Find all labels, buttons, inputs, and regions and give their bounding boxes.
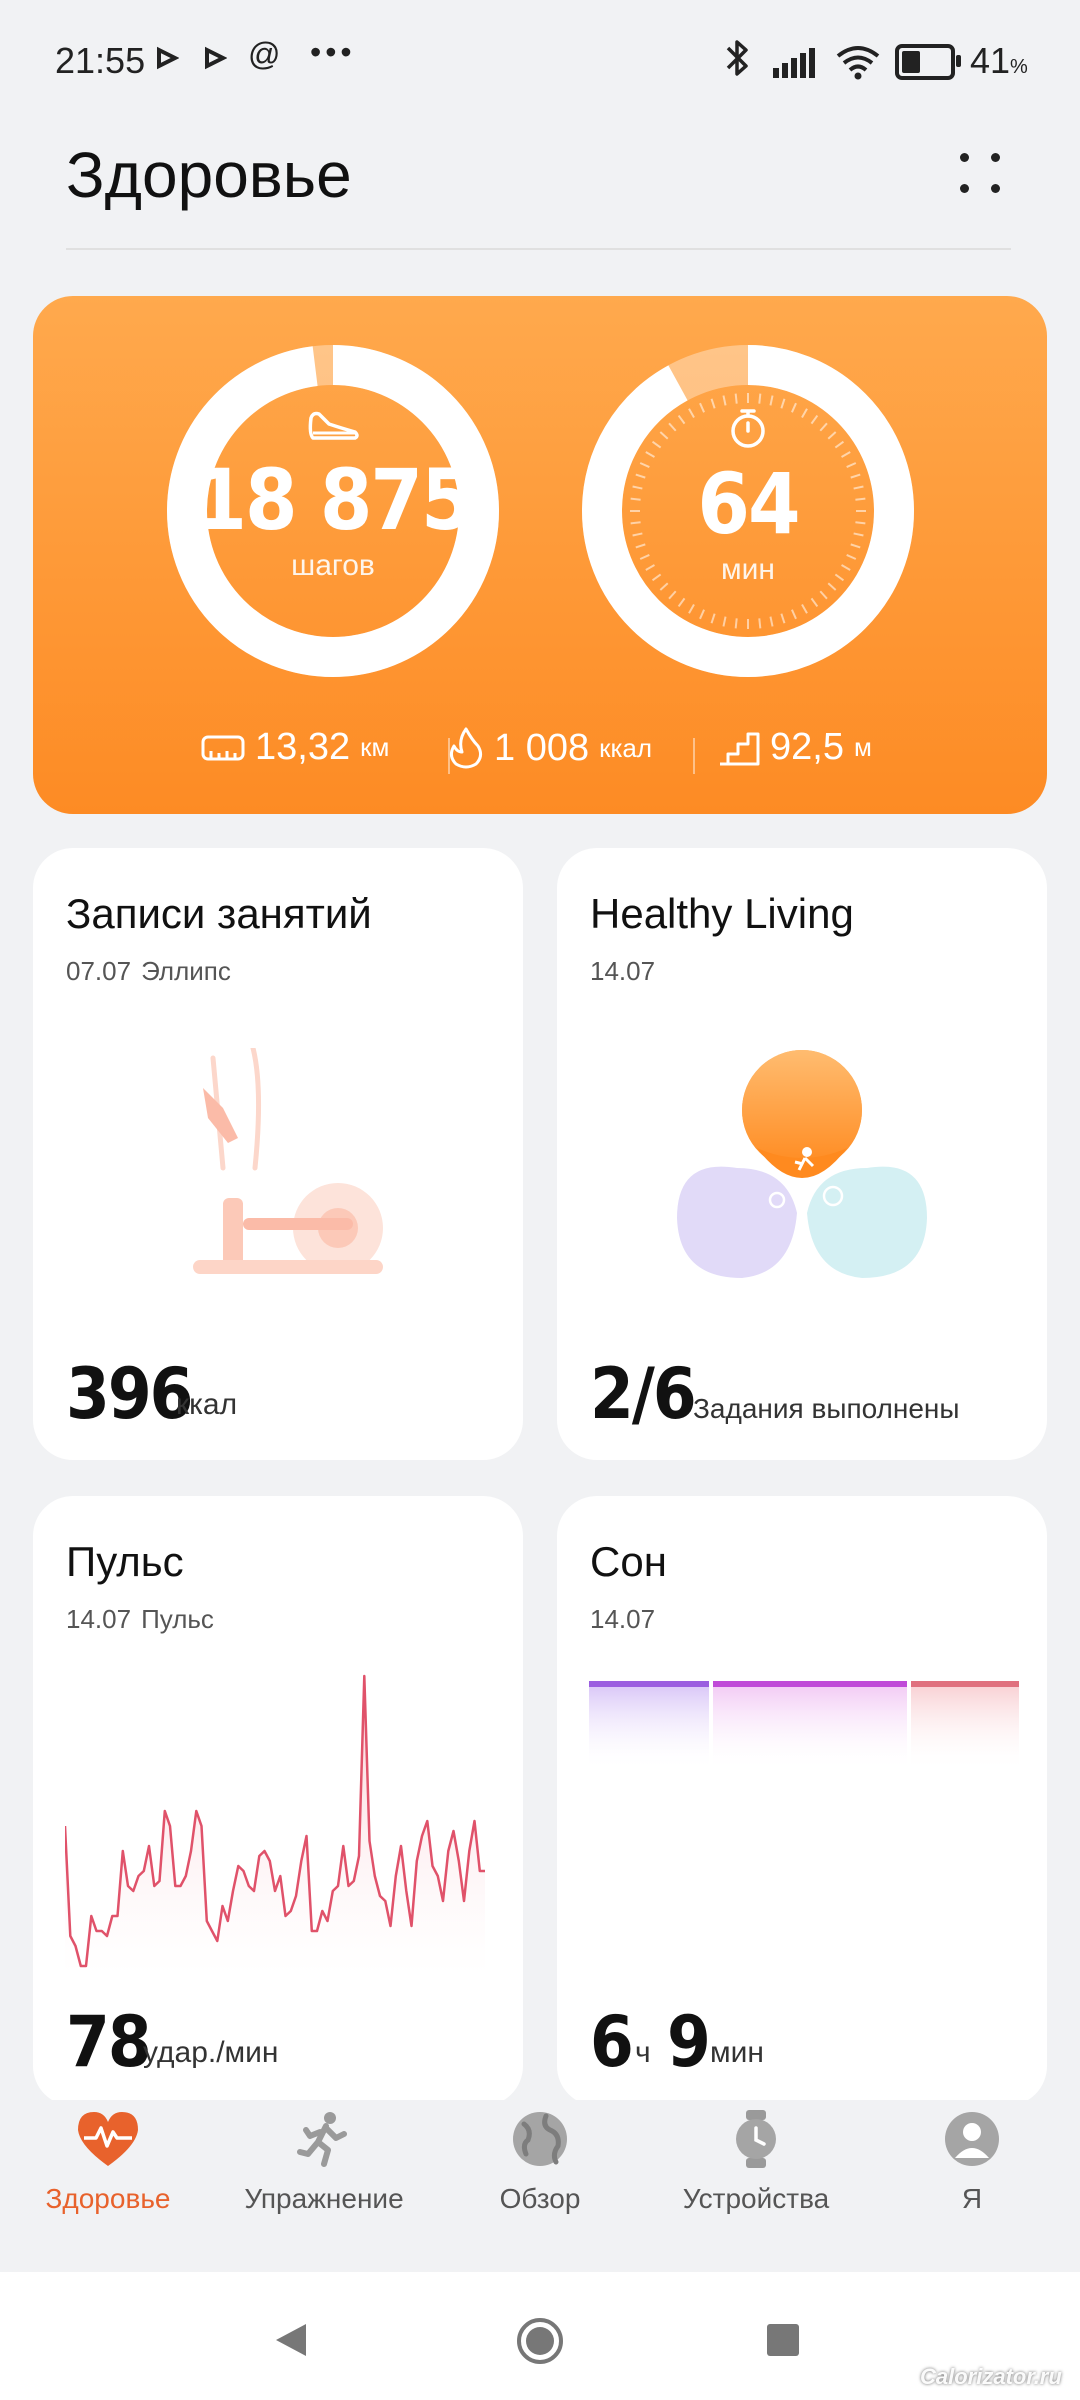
header-divider — [66, 248, 1011, 250]
bottom-nav: Здоровье Упражнение Обзор Устройства Я — [0, 2100, 1080, 2270]
ruler-icon — [201, 735, 245, 760]
healthy-living-date: 14.07 — [590, 956, 656, 986]
elliptical-icon — [193, 1048, 383, 1274]
bluetooth-icon — [722, 38, 752, 86]
nav-exercise[interactable]: Упражнение — [216, 2110, 432, 2215]
more-icon: ••• — [310, 34, 356, 70]
workouts-subtitle: 07.07 Эллипс — [66, 956, 231, 986]
system-nav-bar: Calorizator.ru — [0, 2272, 1080, 2400]
sleep-hours: 6 — [590, 2001, 634, 2083]
minutes-value: 64 — [697, 455, 800, 553]
activity-stats: 13,32 км 1 008 ккал 92,5 м — [33, 726, 1047, 786]
play-icon — [203, 42, 228, 82]
healthy-living-title: Healthy Living — [590, 890, 854, 937]
healthy-living-unit: Задания выполнены — [693, 1393, 960, 1424]
distance-stat: 13,32 км — [201, 726, 389, 769]
steps-unit: шагов — [291, 549, 375, 582]
watermark: Calorizator.ru — [920, 2364, 1062, 2389]
minutes-display: 64 мин — [578, 406, 918, 587]
status-bar: 21:55 @ ••• 41% — [0, 0, 1080, 120]
nav-me-label: Я — [961, 2183, 983, 2214]
nav-me[interactable]: Я — [864, 2110, 1080, 2215]
page-title: Здоровье — [66, 139, 352, 211]
sleep-date: 14.07 — [590, 1604, 656, 1634]
shoe-icon — [163, 406, 503, 451]
sleep-hours-unit: ч — [635, 2036, 651, 2069]
climb-value: 92,5 — [770, 726, 844, 768]
avatar-icon — [945, 2112, 999, 2166]
battery-level: 41% — [970, 40, 1028, 81]
battery-icon — [895, 44, 961, 80]
calories-value: 1 008 — [494, 726, 590, 769]
minutes-unit: мин — [721, 553, 775, 586]
workouts-unit: ккал — [176, 1388, 238, 1421]
healthy-living-value: 2/6 — [590, 1353, 697, 1435]
more-menu-icon[interactable] — [955, 148, 1005, 198]
home-icon[interactable] — [515, 2316, 565, 2366]
nav-devices[interactable]: Устройства — [648, 2110, 864, 2215]
activity-card[interactable]: 18 875 шагов 64 мин 13,32 км 1 008 ккал … — [33, 296, 1047, 814]
healthy-living-card[interactable]: Healthy Living 14.07 2/6 Задания выполне… — [557, 848, 1047, 1460]
steps-value: 18 875 — [194, 451, 473, 549]
climb-unit: м — [853, 732, 872, 762]
pulse-chart — [65, 1674, 485, 1976]
climb-stat: 92,5 м — [718, 726, 872, 769]
nav-devices-label: Устройства — [682, 2183, 830, 2214]
runner-icon — [297, 2112, 347, 2167]
distance-unit: км — [360, 732, 390, 762]
back-icon[interactable] — [272, 2320, 310, 2360]
at-icon: @ — [248, 36, 281, 72]
pulse-title: Пульс — [66, 1538, 184, 1585]
sleep-minutes: 9 — [667, 2001, 711, 2083]
signal-icon — [773, 46, 821, 83]
workouts-value: 396 — [66, 1353, 193, 1435]
flame-icon — [449, 727, 483, 769]
heart-pulse-icon — [78, 2112, 138, 2166]
healthy-living-chart — [677, 1050, 927, 1278]
calories-unit: ккал — [599, 732, 653, 763]
nav-health[interactable]: Здоровье — [0, 2110, 216, 2215]
play-icon — [155, 42, 180, 82]
status-time: 21:55 — [55, 40, 146, 81]
stopwatch-icon — [578, 406, 918, 455]
pulse-subtitle: 14.07 Пульс — [66, 1604, 214, 1634]
pulse-unit: удар./мин — [143, 2036, 279, 2069]
pulse-card[interactable]: Пульс 14.07 Пульс 78 удар./мин — [33, 1496, 523, 2106]
nav-exercise-label: Упражнение — [244, 2183, 404, 2214]
sleep-title: Сон — [590, 1538, 667, 1585]
recents-icon[interactable] — [765, 2322, 801, 2358]
workouts-title: Записи занятий — [66, 890, 372, 937]
nav-discover-label: Обзор — [499, 2183, 581, 2214]
wifi-icon — [835, 44, 881, 85]
stairs-icon — [720, 732, 760, 765]
nav-health-label: Здоровье — [45, 2183, 171, 2214]
globe-icon — [513, 2112, 567, 2166]
sleep-chart — [589, 1681, 1019, 1771]
distance-value: 13,32 — [255, 726, 351, 768]
workouts-card[interactable]: Записи занятий 07.07 Эллипс 396 ккал — [33, 848, 523, 1460]
sleep-card[interactable]: Сон 14.07 6 ч 9 мин — [557, 1496, 1047, 2106]
pulse-value: 78 — [66, 2001, 152, 2083]
watch-icon — [736, 2110, 776, 2168]
calories-stat: 1 008 ккал — [448, 726, 652, 770]
nav-discover[interactable]: Обзор — [432, 2110, 648, 2215]
sleep-minutes-unit: мин — [710, 2036, 764, 2069]
steps-display: 18 875 шагов — [163, 406, 503, 583]
